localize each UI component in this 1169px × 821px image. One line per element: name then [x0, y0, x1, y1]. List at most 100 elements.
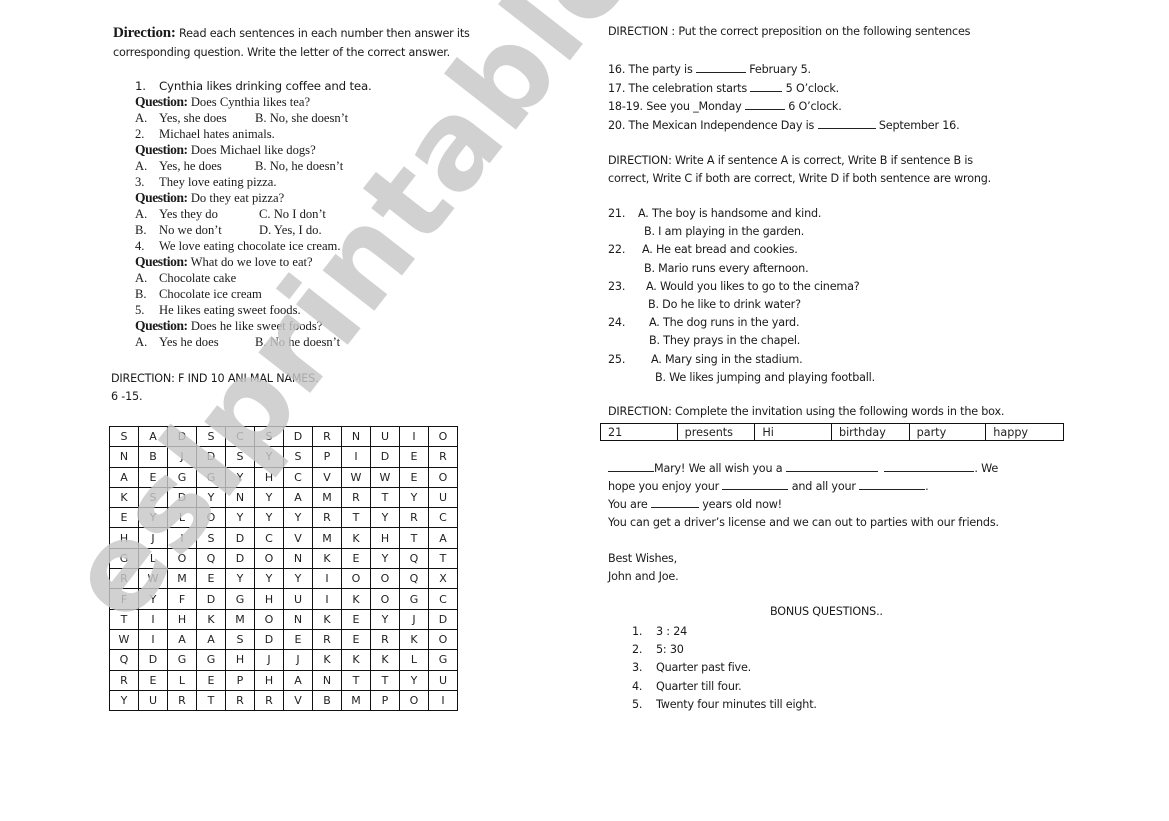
word-search-cell[interactable]: Y [225, 466, 255, 488]
word-search-cell[interactable]: M [225, 608, 255, 630]
word-search-cell[interactable]: E [399, 466, 429, 488]
word-search-cell[interactable]: T [109, 608, 139, 630]
word-search-cell[interactable]: M [167, 568, 197, 590]
word-search-cell[interactable]: R [254, 689, 284, 712]
word-search-cell[interactable]: H [225, 649, 255, 671]
word-search-cell[interactable]: O [428, 628, 458, 651]
word-search-cell[interactable]: G [196, 466, 226, 488]
word-search-cell[interactable]: R [428, 446, 458, 468]
word-search-cell[interactable]: K [312, 547, 342, 570]
word-search-cell[interactable]: A [138, 425, 168, 448]
word-search-cell[interactable]: R [109, 568, 139, 590]
word-search-cell[interactable]: D [254, 628, 284, 651]
word-search-cell[interactable]: Y [283, 568, 313, 590]
word-search-cell[interactable]: H [370, 527, 400, 549]
word-search-cell[interactable]: R [312, 507, 342, 529]
word-search-cell[interactable]: O [254, 608, 284, 630]
word-search-cell[interactable]: T [370, 669, 400, 691]
answer-blank[interactable] [750, 80, 783, 92]
word-search-cell[interactable]: N [283, 608, 313, 630]
word-search-cell[interactable]: E [109, 507, 139, 529]
word-search-cell[interactable]: C [428, 588, 458, 610]
word-search-cell[interactable]: I [167, 527, 197, 549]
word-search-cell[interactable]: U [428, 486, 458, 509]
answer-blank[interactable] [859, 478, 926, 490]
word-search-cell[interactable]: D [138, 649, 168, 671]
word-search-cell[interactable]: I [138, 628, 168, 651]
word-search-cell[interactable]: Y [109, 689, 139, 712]
word-search-cell[interactable]: V [283, 527, 313, 549]
word-search-cell[interactable]: H [167, 608, 197, 630]
word-search-cell[interactable]: P [370, 689, 400, 712]
word-search-cell[interactable]: W [370, 466, 400, 488]
word-search-cell[interactable]: S [138, 486, 168, 509]
word-search-cell[interactable]: Y [254, 507, 284, 529]
word-search-cell[interactable]: R [399, 507, 429, 529]
word-search-cell[interactable]: I [399, 425, 429, 448]
word-search-cell[interactable]: O [196, 507, 226, 529]
answer-blank[interactable] [785, 460, 878, 472]
word-search-cell[interactable]: Y [370, 507, 400, 529]
word-search-cell[interactable]: U [428, 669, 458, 691]
word-search-cell[interactable]: R [225, 689, 255, 712]
word-search-cell[interactable]: V [283, 689, 313, 712]
word-search-cell[interactable]: Y [254, 486, 284, 509]
word-search-cell[interactable]: K [196, 608, 226, 630]
word-search-cell[interactable]: K [109, 486, 139, 509]
word-search-cell[interactable]: F [167, 588, 197, 610]
word-search-cell[interactable]: R [370, 628, 400, 651]
word-search-cell[interactable]: C [283, 466, 313, 488]
answer-blank[interactable] [608, 460, 654, 472]
word-search-cell[interactable]: E [138, 669, 168, 691]
word-search-cell[interactable]: B [312, 689, 342, 712]
word-search-cell[interactable]: H [254, 669, 284, 691]
word-search-cell[interactable]: A [283, 669, 313, 691]
word-search-cell[interactable]: S [109, 425, 139, 448]
word-search-cell[interactable]: E [341, 547, 371, 570]
word-search-cell[interactable]: J [138, 527, 168, 549]
word-search-cell[interactable]: D [428, 608, 458, 630]
word-search-cell[interactable]: Q [399, 547, 429, 570]
word-search-cell[interactable]: K [341, 588, 371, 610]
word-search-cell[interactable]: Y [370, 608, 400, 630]
word-search-cell[interactable]: H [254, 588, 284, 610]
word-search-cell[interactable]: C [428, 507, 458, 529]
word-search-cell[interactable]: K [312, 608, 342, 630]
word-search-cell[interactable]: G [399, 588, 429, 610]
word-search-cell[interactable]: E [341, 628, 371, 651]
word-search-cell[interactable]: M [312, 527, 342, 549]
word-search-cell[interactable]: Y [283, 507, 313, 529]
word-search-cell[interactable]: G [109, 547, 139, 570]
word-search-cell[interactable]: Y [370, 547, 400, 570]
word-search-cell[interactable]: C [254, 527, 284, 549]
word-search-cell[interactable]: Y [225, 507, 255, 529]
word-search-cell[interactable]: K [370, 649, 400, 671]
word-search-cell[interactable]: W [109, 628, 139, 651]
word-search-cell[interactable]: P [312, 446, 342, 468]
word-search-cell[interactable]: G [225, 588, 255, 610]
word-search-cell[interactable]: O [341, 568, 371, 590]
answer-blank[interactable] [695, 61, 746, 73]
word-search-cell[interactable]: L [167, 507, 197, 529]
word-search-cell[interactable]: U [138, 689, 168, 712]
word-search-cell[interactable]: K [399, 628, 429, 651]
word-search-cell[interactable]: L [167, 669, 197, 691]
word-search-cell[interactable]: A [428, 527, 458, 549]
word-search-cell[interactable]: S [225, 446, 255, 468]
word-search-cell[interactable]: E [138, 466, 168, 488]
word-search-cell[interactable]: Y [254, 446, 284, 468]
word-search-cell[interactable]: X [428, 568, 458, 590]
word-search-cell[interactable]: Q [109, 649, 139, 671]
word-search-cell[interactable]: Q [399, 568, 429, 590]
word-search-cell[interactable]: S [196, 425, 226, 448]
word-search-cell[interactable]: J [254, 649, 284, 671]
word-search-cell[interactable]: R [341, 486, 371, 509]
word-search-cell[interactable]: J [283, 649, 313, 671]
word-search-cell[interactable]: H [254, 466, 284, 488]
word-search-cell[interactable]: B [138, 446, 168, 468]
word-search-cell[interactable]: G [167, 466, 197, 488]
word-search-cell[interactable]: D [167, 425, 197, 448]
word-search-cell[interactable]: O [254, 547, 284, 570]
word-search-cell[interactable]: E [341, 608, 371, 630]
answer-blank[interactable] [817, 117, 876, 129]
